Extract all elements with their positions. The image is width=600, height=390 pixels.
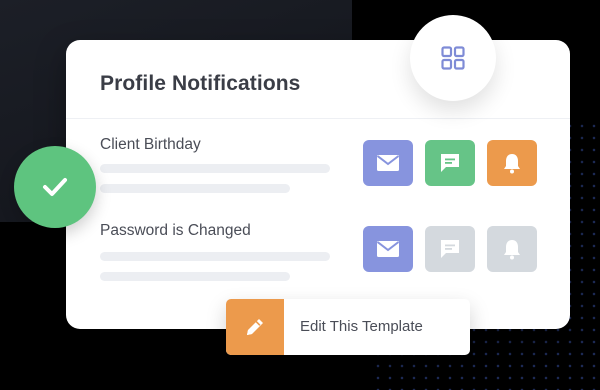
success-badge (14, 146, 96, 228)
divider (66, 118, 570, 119)
mail-toggle-button[interactable] (363, 226, 413, 272)
bell-icon (504, 154, 520, 174)
row-label: Password is Changed (100, 222, 251, 239)
placeholder-line (100, 252, 330, 261)
bell-toggle-button[interactable] (487, 226, 537, 272)
grid-icon (441, 46, 465, 70)
mail-icon (376, 241, 400, 257)
chat-toggle-button[interactable] (425, 140, 475, 186)
chat-icon (441, 154, 459, 172)
checkmark-icon (43, 178, 67, 196)
notifications-card: Profile Notifications Client Birthday Pa… (66, 40, 570, 329)
mail-toggle-button[interactable] (363, 140, 413, 186)
bell-icon (504, 240, 520, 260)
placeholder-line (100, 184, 290, 193)
notification-row-password-changed: Password is Changed (100, 222, 537, 292)
pencil-icon (247, 319, 263, 335)
notification-row-client-birthday: Client Birthday (100, 136, 537, 206)
row-label: Client Birthday (100, 136, 201, 153)
card-title: Profile Notifications (100, 72, 301, 95)
edit-template-label: Edit This Template (300, 318, 423, 335)
apps-grid-button[interactable] (410, 15, 496, 101)
edit-icon-box (226, 299, 284, 355)
chat-icon (441, 240, 459, 258)
placeholder-line (100, 164, 330, 173)
chat-toggle-button[interactable] (425, 226, 475, 272)
mail-icon (376, 155, 400, 171)
placeholder-line (100, 272, 290, 281)
bell-toggle-button[interactable] (487, 140, 537, 186)
edit-template-button[interactable]: Edit This Template (226, 299, 470, 355)
